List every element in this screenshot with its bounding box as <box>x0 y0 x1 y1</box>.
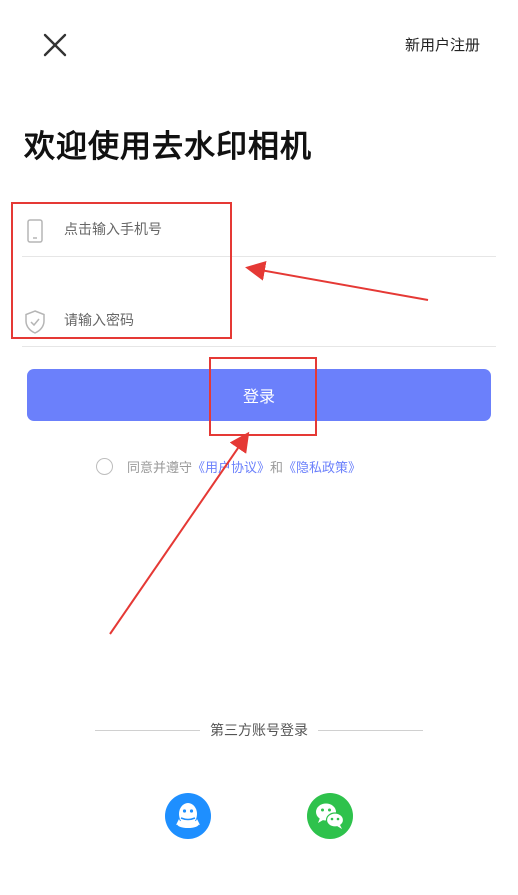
page-title: 欢迎使用去水印相机 <box>24 129 312 165</box>
qq-login-button[interactable] <box>165 793 211 839</box>
password-input[interactable] <box>64 305 464 337</box>
password-divider <box>22 346 496 347</box>
agreement-checkbox[interactable] <box>96 457 113 475</box>
third-party-label: 第三方账号登录 <box>210 723 308 739</box>
shield-icon <box>25 310 45 334</box>
user-agreement-link[interactable]: 《用户协议》 <box>192 457 270 476</box>
close-button[interactable] <box>40 30 70 60</box>
register-link[interactable]: 新用户注册 <box>405 34 480 55</box>
qq-icon <box>176 803 200 828</box>
third-party-divider: 第三方账号登录 <box>95 720 423 740</box>
close-icon <box>43 33 67 57</box>
phone-divider <box>22 256 496 257</box>
wechat-icon <box>316 803 345 829</box>
divider-line-left <box>95 729 200 731</box>
agreement-and: 和 <box>270 460 284 476</box>
agreement-prefix: 同意并遵守 <box>127 460 193 476</box>
divider-line-right <box>318 729 423 731</box>
privacy-policy-link[interactable]: 《隐私政策》 <box>283 457 361 476</box>
annotation-arrow-fields <box>245 260 429 301</box>
phone-input[interactable] <box>64 214 464 246</box>
password-field <box>22 297 496 345</box>
agreement-row: 同意并遵守 《用户协议》 和 《隐私政策》 <box>96 455 361 477</box>
phone-icon <box>27 219 43 243</box>
wechat-login-button[interactable] <box>307 793 353 839</box>
login-button[interactable]: 登录 <box>27 369 491 421</box>
phone-field <box>22 206 496 254</box>
